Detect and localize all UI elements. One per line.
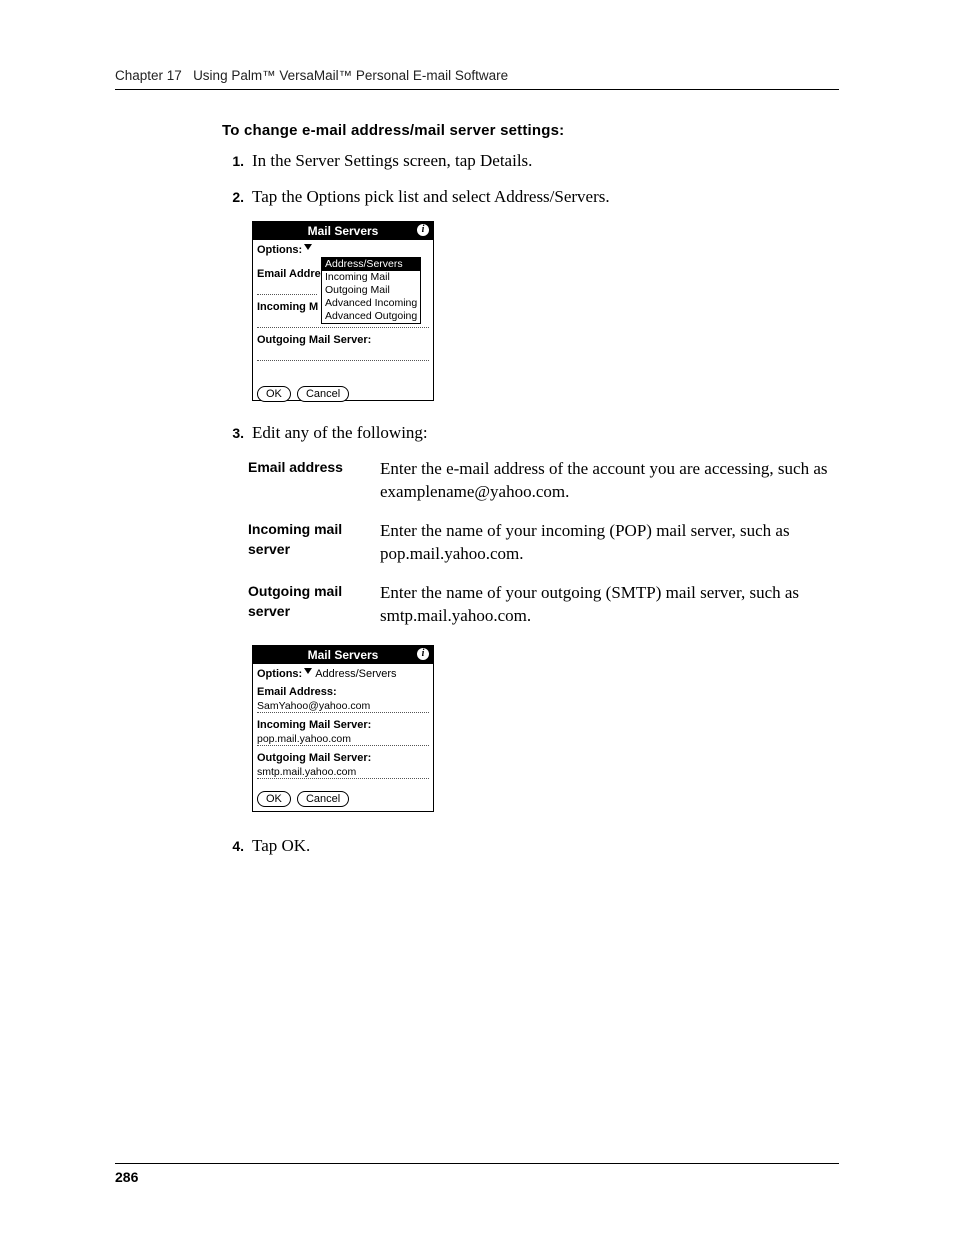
row-label: Outgoing mail server (248, 581, 380, 627)
row-label: Incoming mail server (248, 519, 380, 565)
info-icon[interactable]: i (417, 224, 429, 236)
step-text: Tap OK. (252, 834, 310, 858)
outgoing-server-label: Outgoing Mail Server: (257, 334, 429, 346)
popup-item[interactable]: Incoming Mail (322, 271, 420, 284)
outgoing-server-input[interactable] (257, 348, 429, 361)
row-label: Email address (248, 457, 380, 503)
email-address-input[interactable]: SamYahoo@yahoo.com (257, 700, 429, 713)
step-text: In the Server Settings screen, tap Detai… (252, 149, 532, 173)
row-desc: Enter the name of your incoming (POP) ma… (380, 519, 848, 565)
page-footer: 286 (115, 1163, 839, 1185)
step-4: 4. Tap OK. (222, 834, 847, 858)
ok-button[interactable]: OK (257, 386, 291, 402)
page-number: 286 (115, 1169, 138, 1185)
step-text: Tap the Options pick list and select Add… (252, 185, 610, 209)
row-desc: Enter the name of your outgoing (SMTP) m… (380, 581, 848, 627)
step-number: 4. (222, 834, 252, 858)
email-address-label-partial: Email Addre (257, 268, 321, 280)
outgoing-server-label: Outgoing Mail Server: (257, 752, 429, 764)
ok-button[interactable]: OK (257, 791, 291, 807)
outgoing-server-input[interactable]: smtp.mail.yahoo.com (257, 766, 429, 779)
email-address-input[interactable] (257, 282, 317, 295)
step-number: 2. (222, 185, 252, 209)
popup-item[interactable]: Advanced Incoming (322, 297, 420, 310)
info-icon[interactable]: i (417, 648, 429, 660)
dropdown-arrow-icon (304, 668, 312, 674)
running-header: Chapter 17 Using Palm™ VersaMail™ Person… (115, 68, 839, 90)
table-row: Outgoing mail server Enter the name of y… (248, 581, 848, 627)
table-row: Email address Enter the e-mail address o… (248, 457, 848, 503)
options-picklist[interactable]: Options: Address/Servers (257, 668, 429, 680)
popup-item[interactable]: Address/Servers (322, 258, 420, 271)
options-selected-value: Address/Servers (315, 668, 396, 680)
step-text: Edit any of the following: (252, 421, 428, 445)
incoming-server-input[interactable]: pop.mail.yahoo.com (257, 733, 429, 746)
title-text: Mail Servers (308, 648, 379, 662)
popup-item[interactable]: Advanced Outgoing (322, 310, 420, 323)
options-label: Options: (257, 244, 304, 256)
options-popup: Address/Servers Incoming Mail Outgoing M… (321, 257, 421, 324)
palm-window: Mail Servers i Options: Address/Servers … (252, 221, 434, 401)
row-desc: Enter the e-mail address of the account … (380, 457, 848, 503)
chapter-title: Using Palm™ VersaMail™ Personal E-mail S… (193, 68, 508, 83)
step-2: 2. Tap the Options pick list and select … (222, 185, 847, 209)
step-3: 3. Edit any of the following: (222, 421, 847, 445)
page-content: To change e-mail address/mail server set… (222, 122, 847, 870)
palm-window: Mail Servers i Options: Address/Servers … (252, 645, 434, 812)
step-number: 3. (222, 421, 252, 445)
options-picklist[interactable]: Options: (257, 244, 429, 256)
settings-table: Email address Enter the e-mail address o… (248, 457, 848, 627)
step-1: 1. In the Server Settings screen, tap De… (222, 149, 847, 173)
chapter-label: Chapter 17 (115, 68, 182, 83)
section-heading: To change e-mail address/mail server set… (222, 122, 847, 139)
popup-item[interactable]: Outgoing Mail (322, 284, 420, 297)
title-text: Mail Servers (308, 224, 379, 238)
cancel-button[interactable]: Cancel (297, 386, 349, 402)
dropdown-arrow-icon (304, 244, 312, 250)
incoming-server-label: Incoming Mail Server: (257, 719, 429, 731)
cancel-button[interactable]: Cancel (297, 791, 349, 807)
table-row: Incoming mail server Enter the name of y… (248, 519, 848, 565)
screenshot-filled-form: Mail Servers i Options: Address/Servers … (252, 645, 847, 812)
email-address-label: Email Address: (257, 686, 429, 698)
step-number: 1. (222, 149, 252, 173)
screenshot-options-popup: Mail Servers i Options: Address/Servers … (252, 221, 847, 401)
window-title: Mail Servers i (253, 646, 433, 664)
options-label: Options: (257, 668, 304, 680)
window-title: Mail Servers i (253, 222, 433, 240)
incoming-label-partial: Incoming M (257, 301, 318, 313)
